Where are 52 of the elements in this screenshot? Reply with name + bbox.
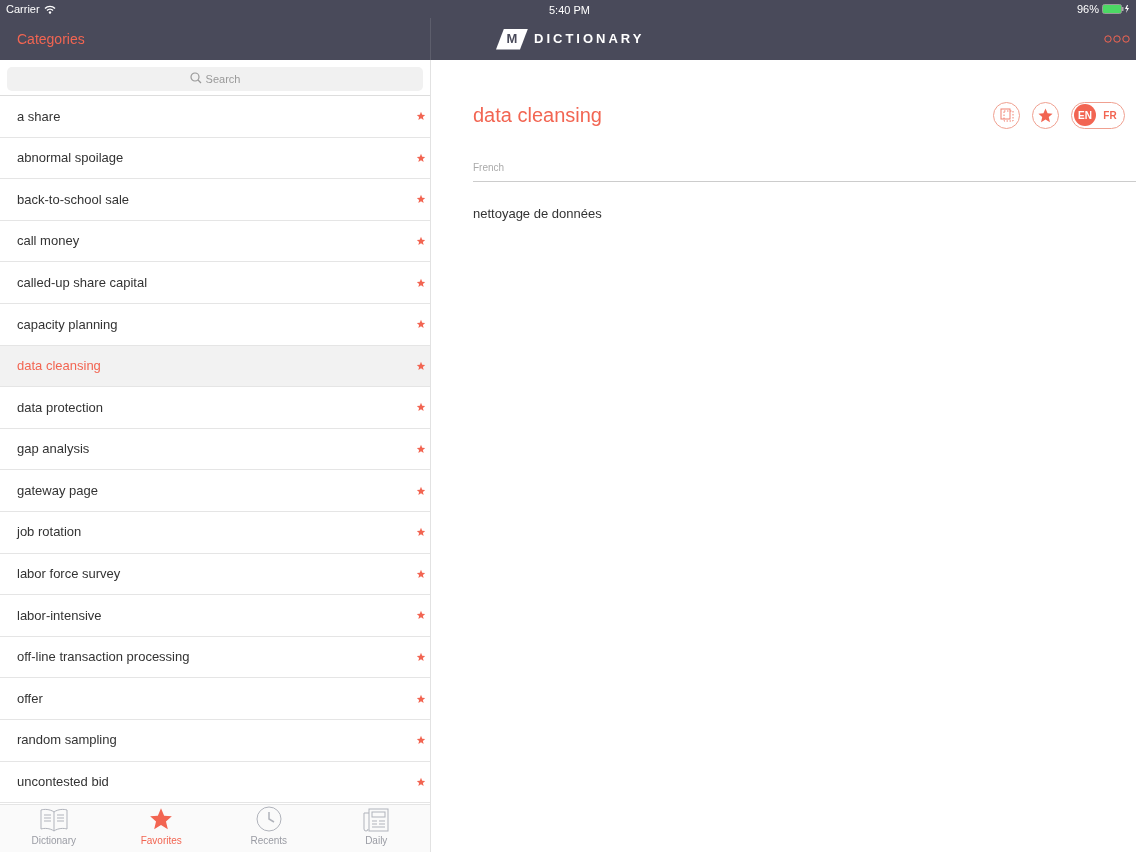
star-icon [416, 527, 426, 538]
battery-percent: 96% [1076, 1, 1099, 17]
star-icon [416, 444, 426, 455]
list-item[interactable]: call money [0, 220, 430, 263]
search-icon [190, 71, 202, 84]
star-icon [416, 111, 426, 122]
list-item[interactable]: back-to-school sale [0, 179, 430, 221]
list-item[interactable]: called-up share capital [0, 262, 430, 304]
list-item[interactable]: random sampling [0, 719, 430, 762]
star-icon [416, 610, 426, 621]
carrier-label: Carrier [6, 1, 40, 17]
clock-icon [255, 806, 282, 832]
clock-time: 5:40 PM [549, 3, 590, 18]
list-item[interactable]: gateway page [0, 470, 430, 512]
newspaper-icon [363, 808, 390, 832]
list-item[interactable]: labor force survey [0, 553, 430, 596]
star-icon [416, 402, 426, 413]
section-label: French [473, 161, 506, 175]
battery-icon [1102, 4, 1130, 14]
list-item[interactable]: data protection [0, 387, 430, 429]
logo-text: DICTIONARY [534, 30, 645, 49]
star-icon [416, 735, 426, 746]
star-icon [416, 194, 426, 205]
copy-icon [999, 108, 1014, 122]
star-icon [416, 485, 426, 496]
list-item[interactable]: labor-intensive [0, 595, 430, 637]
star-icon [148, 806, 175, 832]
list-item[interactable]: a share [0, 96, 430, 138]
list-item[interactable]: gap analysis [0, 428, 430, 471]
translation-text: nettoyage de données [473, 205, 603, 223]
star-icon [416, 319, 426, 330]
search-field[interactable]: Search [7, 66, 423, 91]
logo-badge: M [496, 28, 528, 50]
list-item[interactable]: uncontested bid [0, 761, 430, 804]
star-icon [416, 776, 426, 787]
wifi-icon [43, 4, 56, 14]
star-icon [416, 693, 426, 704]
list-item[interactable]: offer [0, 678, 430, 720]
list-item[interactable]: off-line transaction processing [0, 636, 430, 679]
list-item[interactable]: capacity planning [0, 303, 430, 346]
star-icon [1037, 106, 1054, 124]
entry-title: data cleansing [473, 103, 602, 128]
star-icon [416, 152, 426, 163]
list-item[interactable]: abnormal spoilage [0, 137, 430, 180]
book-icon [38, 808, 69, 832]
more-icon[interactable] [1104, 35, 1130, 43]
star-icon [416, 360, 426, 371]
star-icon [416, 236, 426, 247]
list-item[interactable]: job rotation [0, 511, 430, 554]
star-icon [416, 568, 426, 579]
star-icon [416, 652, 426, 662]
star-icon [416, 277, 426, 288]
